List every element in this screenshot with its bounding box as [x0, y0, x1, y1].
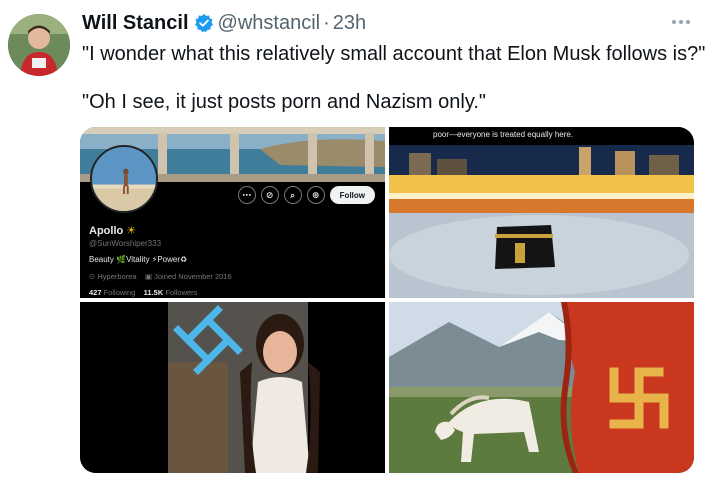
tweet-text: "I wonder what this relatively small acc… — [82, 42, 706, 114]
following-count[interactable]: 427 — [89, 288, 102, 297]
profile-handle: @SunWorshiper333 — [89, 239, 162, 248]
profile-location: Hyperborea — [97, 272, 137, 281]
separator-dot: · — [323, 11, 330, 34]
subscribe-icon[interactable]: ⊕ — [306, 186, 325, 204]
media-grid: ⋯ ⊘ ⌕ ⊕ Follow Apollo ☀ @SunWorshiper333… — [80, 127, 694, 473]
media-kaaba-image[interactable]: poor—everyone is treated equally here. — [389, 127, 694, 298]
tweet-timestamp[interactable]: 23h — [333, 12, 366, 35]
profile-name: Apollo ☀ — [89, 224, 136, 237]
media-profile-screenshot[interactable]: ⋯ ⊘ ⌕ ⊕ Follow Apollo ☀ @SunWorshiper333… — [80, 127, 385, 298]
verified-badge-icon — [194, 13, 214, 33]
followers-count[interactable]: 11.5K — [144, 288, 164, 297]
author-handle[interactable]: @whstancil — [218, 12, 321, 35]
followers-label[interactable]: Followers — [165, 288, 197, 297]
image-caption: poor—everyone is treated equally here. — [389, 127, 694, 145]
media-video-image[interactable] — [80, 302, 385, 473]
tweet-text-line: "I wonder what this relatively small acc… — [82, 43, 706, 65]
location-icon: ⊙ — [89, 272, 96, 281]
more-horizontal-icon[interactable] — [672, 16, 694, 28]
profile-bio: Beauty 🌿Vitality ⚡Power♻ — [89, 255, 188, 264]
profile-meta: ⊙ Hyperborea ▣ Joined November 2016 — [89, 272, 232, 281]
profile-actions: ⋯ ⊘ ⌕ ⊕ Follow — [237, 186, 375, 204]
sun-icon: ☀ — [126, 225, 137, 237]
profile-picture[interactable] — [90, 145, 158, 213]
follow-button[interactable]: Follow — [329, 186, 375, 204]
search-icon[interactable]: ⌕ — [283, 186, 302, 204]
tweet-header: Will Stancil @whstancil · 23h — [82, 10, 366, 36]
media-horse-flag-image[interactable] — [389, 302, 694, 473]
grok-icon[interactable]: ⊘ — [260, 186, 279, 204]
kaaba-photo — [389, 145, 694, 298]
following-label[interactable]: Following — [104, 288, 136, 297]
author-avatar[interactable] — [8, 14, 70, 76]
author-display-name[interactable]: Will Stancil — [82, 12, 189, 35]
profile-stats: 427 Following 11.5K Followers — [89, 288, 197, 297]
tweet-text-line: "Oh I see, it just posts porn and Nazism… — [82, 91, 487, 113]
more-icon[interactable]: ⋯ — [237, 186, 256, 204]
profile-name-text: Apollo — [89, 225, 124, 237]
calendar-icon: ▣ — [144, 272, 153, 281]
profile-joined: Joined November 2016 — [154, 272, 232, 281]
